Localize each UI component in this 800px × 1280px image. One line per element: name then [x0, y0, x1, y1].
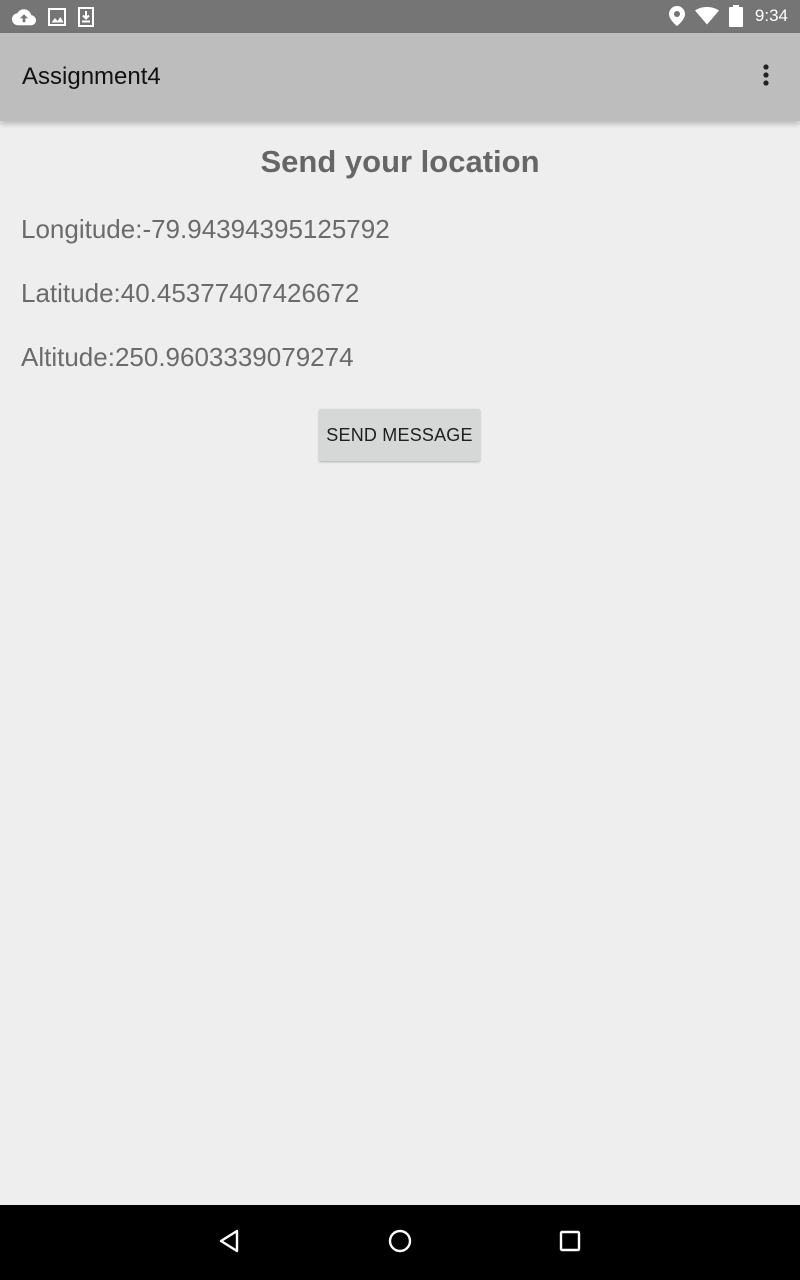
back-icon — [217, 1228, 243, 1259]
home-icon — [387, 1228, 413, 1259]
status-bar: 9:34 — [0, 0, 800, 33]
recents-icon — [558, 1229, 582, 1258]
system-icons: 9:34 — [668, 5, 788, 27]
more-vert-icon — [762, 63, 770, 91]
home-button[interactable] — [380, 1223, 420, 1263]
location-pin-icon — [668, 6, 685, 26]
app-title: Assignment4 — [22, 63, 161, 90]
latitude-text: Latitude:40.45377407426672 — [21, 278, 360, 308]
navigation-bar — [0, 1205, 800, 1280]
status-time: 9:34 — [754, 6, 788, 25]
longitude-text: Longitude:-79.94394395125792 — [21, 214, 390, 244]
screen: 9:34 Assignment4 Send your location Long… — [0, 0, 800, 1280]
send-message-button[interactable]: SEND MESSAGE — [319, 409, 480, 461]
download-icon — [78, 7, 94, 27]
battery-icon — [728, 5, 743, 27]
back-button[interactable] — [210, 1223, 250, 1263]
altitude-text: Altitude:250.9603339079274 — [21, 342, 354, 372]
overflow-menu-button[interactable] — [748, 59, 784, 95]
wifi-icon — [694, 7, 719, 25]
image-icon — [48, 8, 66, 26]
cloud-upload-icon — [12, 8, 36, 26]
page-heading: Send your location — [260, 144, 540, 179]
notification-icons — [12, 6, 94, 28]
recents-button[interactable] — [550, 1223, 590, 1263]
app-bar: Assignment4 — [0, 33, 800, 121]
